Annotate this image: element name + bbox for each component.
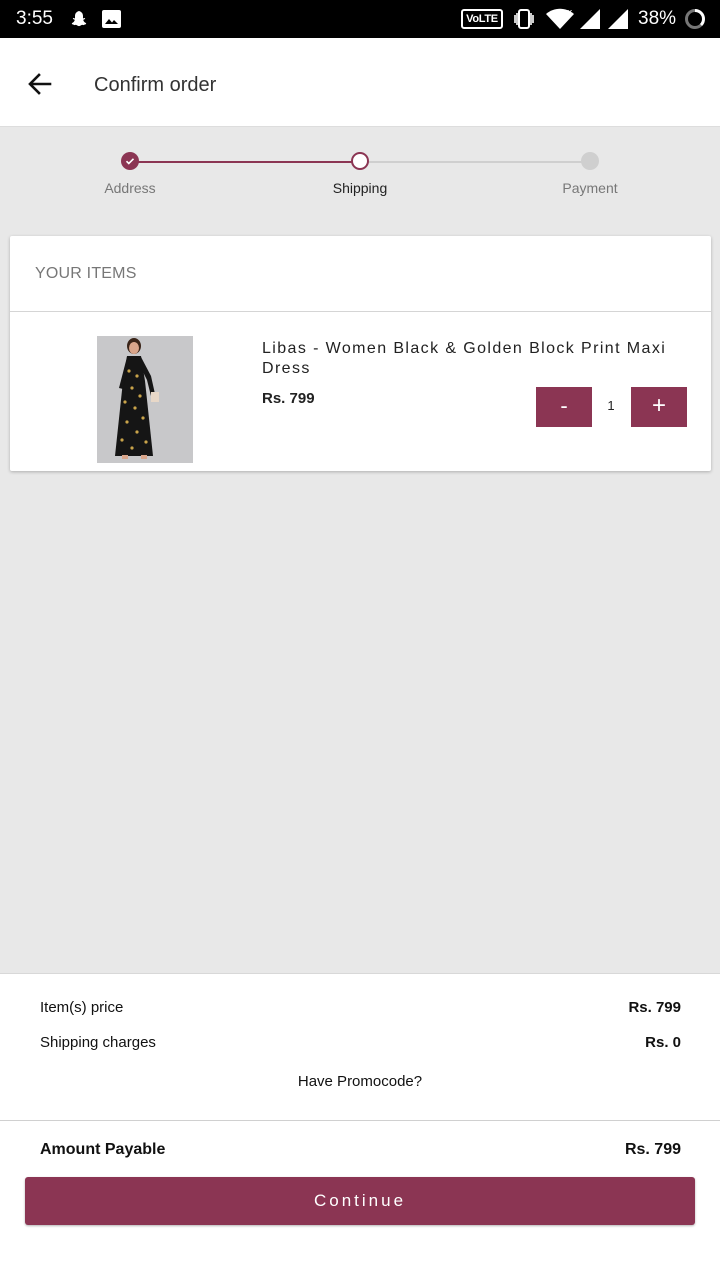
product-name[interactable]: Libas - Women Black & Golden Block Print… [262, 339, 692, 379]
volte-badge: VoLTE [461, 9, 503, 29]
wifi-icon: x [546, 8, 574, 29]
amount-payable-value: Rs. 799 [624, 1141, 681, 1158]
signal-icon [580, 9, 600, 29]
quantity-increase-button[interactable]: + [631, 387, 687, 427]
page-title: Confirm order [94, 74, 217, 96]
back-arrow-icon[interactable] [22, 66, 58, 102]
stepper-remaining-line [360, 161, 590, 163]
step-label-shipping: Shipping [332, 180, 388, 196]
promocode-link[interactable]: Have Promocode? [0, 1073, 720, 1090]
product-price: Rs. 799 [262, 390, 315, 407]
quantity-decrease-button[interactable]: - [536, 387, 592, 427]
shipping-charges-label: Shipping charges [40, 1034, 156, 1051]
product-image[interactable] [97, 336, 193, 463]
summary-divider [0, 1120, 720, 1121]
vibrate-icon [514, 9, 534, 29]
items-price-value: Rs. 799 [628, 999, 681, 1016]
amount-payable-label: Amount Payable [40, 1141, 166, 1158]
step-address-check-icon [121, 152, 139, 170]
gallery-icon [102, 10, 121, 28]
stepper-progress-line [130, 161, 360, 163]
checkout-stepper: Address Shipping Payment [0, 128, 720, 228]
step-label-payment: Payment [562, 180, 618, 196]
continue-button[interactable]: Continue [25, 1177, 695, 1225]
items-card: YOUR ITEMS Libas - Women Black & Golden … [10, 236, 711, 471]
step-shipping-indicator [351, 152, 369, 170]
snapchat-icon [71, 11, 87, 27]
status-time: 3:55 [16, 8, 53, 29]
svg-text:x: x [567, 8, 573, 18]
signal-icon-2 [608, 9, 628, 29]
items-card-header: YOUR ITEMS [10, 236, 711, 312]
shipping-charges-value: Rs. 0 [645, 1034, 681, 1051]
items-card-title: YOUR ITEMS [35, 265, 137, 282]
status-bar: 3:55 VoLTE x 38% [0, 0, 720, 38]
battery-percent: 38% [638, 8, 677, 29]
app-bar: Confirm order [0, 38, 720, 127]
items-price-label: Item(s) price [40, 999, 124, 1016]
quantity-value: 1 [607, 398, 615, 413]
step-label-address: Address [104, 180, 156, 196]
price-summary: Item(s) price Rs. 799 Shipping charges R… [0, 973, 720, 1280]
step-payment-indicator [581, 152, 599, 170]
battery-icon [685, 9, 705, 29]
